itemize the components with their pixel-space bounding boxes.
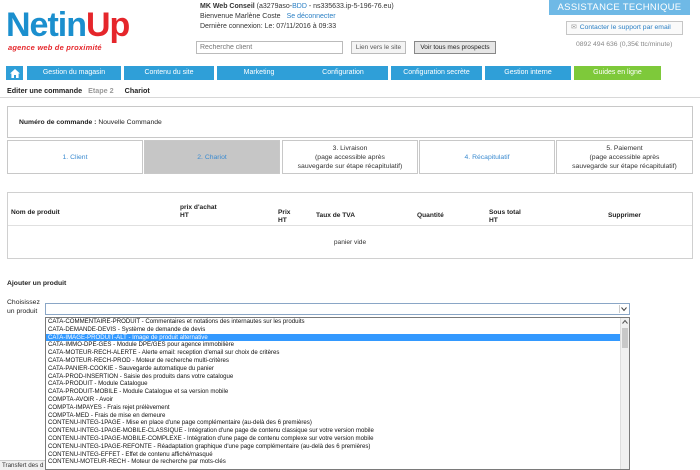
support-title: ASSISTANCE TECHNIQUE bbox=[549, 0, 690, 15]
add-product-title: Ajouter un produit bbox=[7, 280, 67, 287]
nav-home[interactable] bbox=[6, 66, 23, 80]
dropdown-option[interactable]: COMPTA-IMPAYES - Frais rejet prélèvement bbox=[46, 404, 629, 412]
step-client[interactable]: 1. Client bbox=[7, 140, 143, 174]
dropdown-option[interactable]: CONTENU-INTEG-1PAGE-MOBILE-COMPLEXE - In… bbox=[46, 435, 629, 443]
site-link-button[interactable]: Lien vers le site bbox=[351, 41, 406, 54]
welcome-text: Bienvenue Marlène Coste bbox=[200, 13, 281, 20]
logo-tagline: agence web de proximité bbox=[8, 43, 102, 52]
page-title: Editer une commande bbox=[7, 86, 83, 95]
dropdown-option[interactable]: CATA-PRODUIT - Module Catalogue bbox=[46, 380, 629, 388]
netinup-logo[interactable]: NetinUp agence web de proximité bbox=[6, 6, 136, 56]
dropdown-option[interactable]: CATA-DEMANDE-DEVIS - Système de demande … bbox=[46, 326, 629, 334]
nav-marketing[interactable]: Marketing bbox=[217, 66, 301, 80]
order-number-box: Numéro de commande : Nouvelle Commande bbox=[7, 106, 693, 138]
dropdown-option[interactable]: CATA-MOTEUR-RECH-ALERTE - Alerte email: … bbox=[46, 349, 629, 357]
dropdown-option[interactable]: CATA-COMMENTAIRE-PRODUIT - Commentaires … bbox=[46, 318, 629, 326]
status-bar: Transfert des d bbox=[0, 460, 45, 470]
last-login: Dernière connexion: Le: 07/11/2016 à 09:… bbox=[200, 23, 337, 30]
product-dropdown-list: CATA-COMMENTAIRE-PRODUIT - Commentaires … bbox=[45, 317, 630, 470]
home-icon bbox=[9, 69, 20, 78]
chevron-down-icon[interactable] bbox=[619, 305, 628, 313]
dropdown-option[interactable]: CONTENU-INTEG-EFFET - Effet de contenu a… bbox=[46, 451, 629, 459]
breadcrumb-current: Chariot bbox=[124, 86, 150, 95]
nav-guides-en-ligne[interactable]: Guides en ligne bbox=[574, 66, 661, 80]
contact-support-button[interactable]: ✉ Contacter le support par email bbox=[566, 21, 683, 35]
dropdown-option[interactable]: CONTENU-INTEG-1PAGE-MOBILE-CLASSIQUE - I… bbox=[46, 427, 629, 435]
support-phone: 0892 494 636 (0,35€ ttc/minute) bbox=[576, 41, 673, 48]
divider bbox=[0, 97, 700, 98]
col-subtotal: Sous total HT bbox=[489, 209, 521, 224]
scroll-thumb[interactable] bbox=[622, 328, 628, 348]
dropdown-option[interactable]: CATA-MOTEUR-RECH-PROD - Moteur de recher… bbox=[46, 357, 629, 365]
dropdown-option[interactable]: CATA-IMMO-DPE-GES - Module DPE/GES pour … bbox=[46, 341, 629, 349]
step-paiement: 5. Paiement (page accessible après sauvega… bbox=[556, 140, 693, 174]
dropdown-option[interactable]: CATA-PANIER-COOKIE - Sauvegarde automati… bbox=[46, 365, 629, 373]
account-info: MK Web Conseil (a3279aso-BDD - ns335633.… bbox=[200, 3, 394, 30]
col-delete: Supprimer bbox=[608, 212, 641, 219]
order-number-value: Nouvelle Commande bbox=[98, 119, 162, 126]
col-vat: Taux de TVA bbox=[316, 212, 355, 219]
step-recapitulatif[interactable]: 4. Récapitulatif bbox=[419, 140, 555, 174]
step-livraison: 3. Livraison (page accessible après sauveg… bbox=[282, 140, 418, 174]
table-divider bbox=[8, 225, 692, 226]
main-nav: Gestion du magasin Contenu du site Marke… bbox=[6, 66, 692, 80]
cart-table: Nom de produit prix d'achat HT Prix HT Tau… bbox=[7, 192, 693, 259]
order-steps: 1. Client 2. Chariot 3. Livraison (page a… bbox=[7, 140, 693, 174]
dropdown-options: CATA-COMMENTAIRE-PRODUIT - Commentaires … bbox=[46, 318, 629, 466]
nav-gestion-interne[interactable]: Gestion interne bbox=[485, 66, 571, 80]
nav-contenu-site[interactable]: Contenu du site bbox=[124, 66, 214, 80]
dropdown-scrollbar[interactable] bbox=[620, 318, 629, 469]
product-select[interactable] bbox=[45, 303, 630, 315]
dropdown-option[interactable]: CATA-IMAGE-PRODUIT-ALT - Image de produi… bbox=[46, 333, 629, 342]
nav-configuration[interactable]: Configuration bbox=[298, 66, 388, 80]
nav-gestion-magasin[interactable]: Gestion du magasin bbox=[27, 66, 121, 80]
nav-configuration-secrete[interactable]: Configuration secrète bbox=[391, 66, 482, 80]
bdd-link[interactable]: BDD bbox=[292, 3, 307, 10]
logo-wordmark: NetinUp bbox=[6, 6, 130, 44]
envelope-icon: ✉ bbox=[571, 24, 577, 31]
header: NetinUp agence web de proximité MK Web C… bbox=[0, 0, 700, 64]
breadcrumb: Editer une commande Etape 2 Chariot bbox=[7, 86, 150, 95]
dropdown-option[interactable]: CATA-PRODUIT-MOBILE - Module Catalogue e… bbox=[46, 388, 629, 396]
dropdown-option[interactable]: CATA-PROD-INSERTION - Saisie des produit… bbox=[46, 373, 629, 381]
dropdown-option[interactable]: CONTENU-INTEG-1PAGE - Mise en place d'un… bbox=[46, 419, 629, 427]
empty-cart-message: panier vide bbox=[333, 239, 367, 246]
dropdown-option[interactable]: CONTENU-INTEG-1PAGE-REFONTE - Réadaptati… bbox=[46, 443, 629, 451]
dropdown-option[interactable]: COMPTA-AVOIR - Avoir bbox=[46, 396, 629, 404]
col-product-name: Nom de produit bbox=[11, 209, 60, 216]
order-number-label: Numéro de commande : bbox=[19, 119, 97, 126]
dropdown-option[interactable]: COMPTA-MED - Frais de mise en demeure bbox=[46, 412, 629, 420]
company-name: MK Web Conseil bbox=[200, 3, 255, 10]
col-price: Prix HT bbox=[278, 209, 291, 224]
col-purchase-price: prix d'achat HT bbox=[180, 204, 217, 219]
breadcrumb-step: Etape 2 bbox=[88, 86, 114, 95]
dropdown-option[interactable]: CONTENU-MOTEUR-RECH - Moteur de recherch… bbox=[46, 458, 629, 466]
choose-product-label: Choisissez un produit bbox=[7, 299, 40, 315]
client-search-input[interactable] bbox=[196, 41, 343, 54]
scroll-up-icon[interactable] bbox=[621, 318, 629, 326]
col-quantity: Quantité bbox=[417, 212, 444, 219]
step-chariot[interactable]: 2. Chariot bbox=[144, 140, 280, 174]
all-prospects-button[interactable]: Voir tous mes prospects bbox=[414, 41, 496, 54]
logout-link[interactable]: Se déconnecter bbox=[287, 13, 336, 20]
